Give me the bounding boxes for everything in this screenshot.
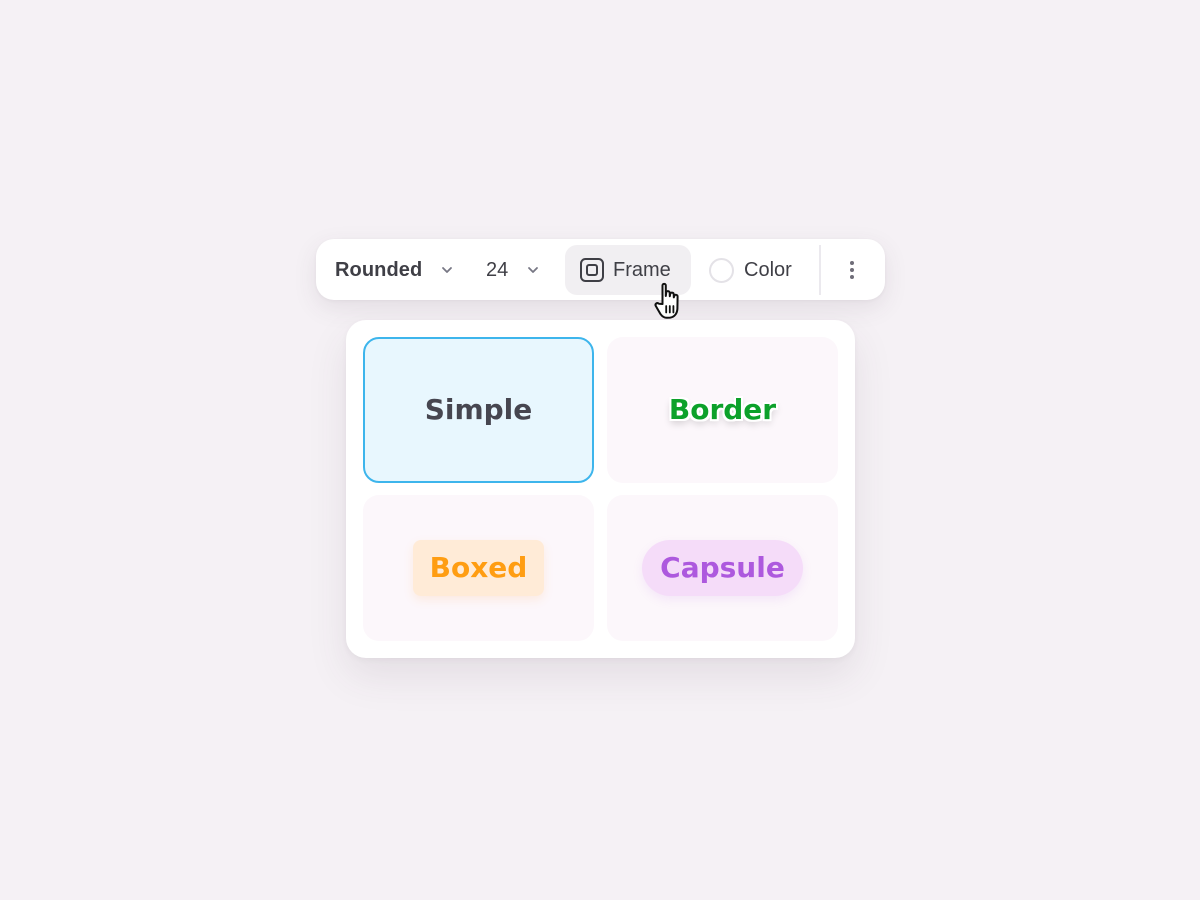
font-style-value: Rounded xyxy=(335,258,423,281)
frame-options-popover: Simple Border Boxed Capsule xyxy=(346,320,855,658)
more-options-button[interactable] xyxy=(836,251,868,289)
frame-option-boxed[interactable]: Boxed xyxy=(363,495,594,641)
toolbar-divider xyxy=(819,245,821,295)
font-style-dropdown[interactable]: Rounded xyxy=(335,255,454,285)
chevron-down-icon xyxy=(528,267,539,273)
font-size-dropdown[interactable]: 24 xyxy=(486,255,540,285)
chevron-down-icon xyxy=(442,267,453,273)
color-button-label: Color xyxy=(744,258,792,281)
frame-button-label: Frame xyxy=(613,258,671,281)
frame-option-simple[interactable]: Simple xyxy=(363,337,594,483)
frame-sample-border: Border xyxy=(668,393,777,426)
frame-sample-simple: Simple xyxy=(424,393,533,426)
color-swatch xyxy=(709,257,734,283)
frame-option-capsule[interactable]: Capsule xyxy=(607,495,838,641)
frame-sample-capsule: Capsule xyxy=(642,540,803,596)
font-size-value: 24 xyxy=(486,258,509,281)
frame-icon xyxy=(580,258,604,282)
frame-toolbar: Rounded 24 Frame Color xyxy=(316,239,885,300)
more-vertical-icon xyxy=(850,261,854,279)
frame-option-border[interactable]: Border xyxy=(607,337,838,483)
frame-button[interactable]: Frame xyxy=(565,245,691,295)
frame-sample-boxed: Boxed xyxy=(412,540,545,596)
color-button[interactable]: Color xyxy=(709,255,792,285)
